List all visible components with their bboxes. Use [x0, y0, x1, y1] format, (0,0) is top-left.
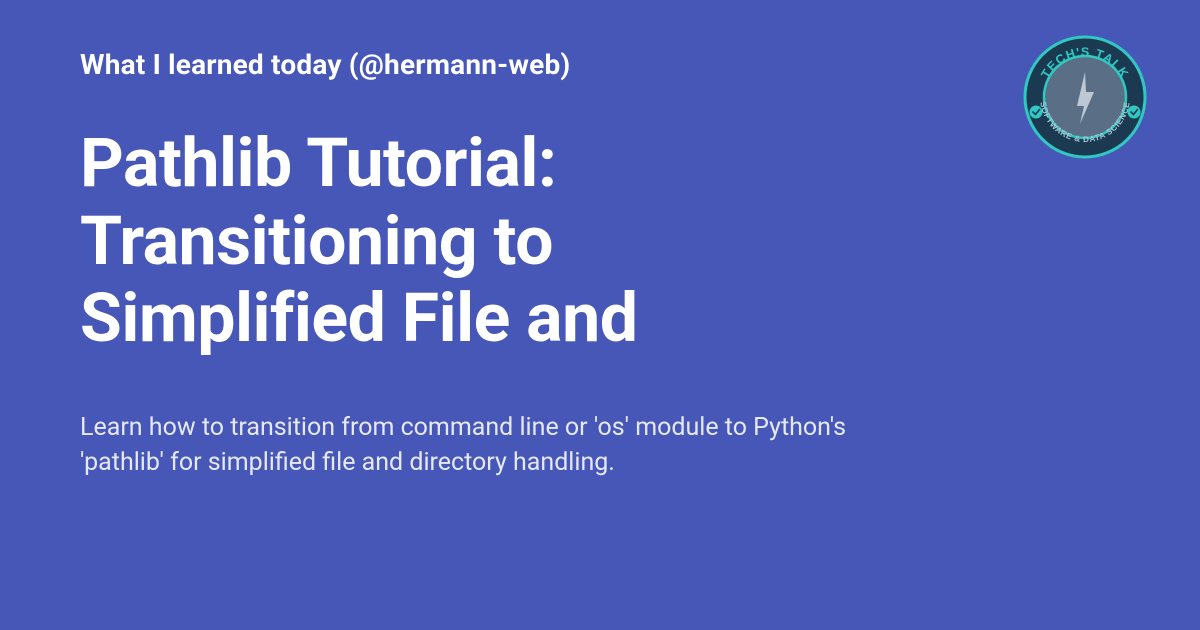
- page-title: Pathlib Tutorial: Transitioning to Simpl…: [80, 125, 840, 358]
- page-description: Learn how to transition from command lin…: [80, 410, 880, 481]
- header-line: What I learned today (@hermann-web): [80, 48, 1120, 81]
- techs-talk-badge-icon: TECH'S TALK SOFTWARE & DATA SCIENCE: [1022, 34, 1148, 160]
